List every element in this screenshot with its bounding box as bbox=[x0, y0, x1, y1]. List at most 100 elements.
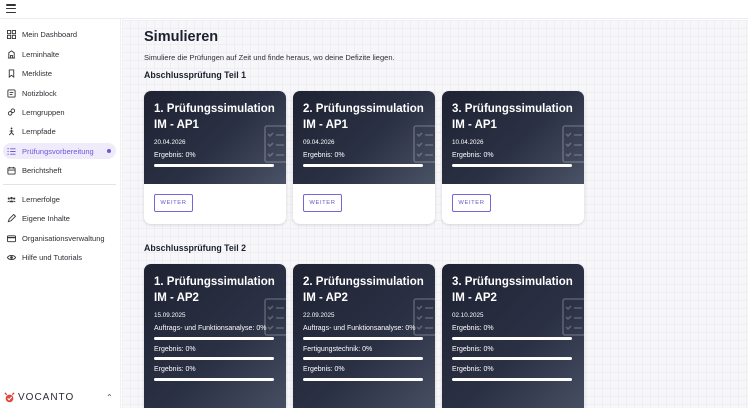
simulation-card[interactable]: 1. Prüfungssimulation IM - AP1 20.04.202… bbox=[144, 91, 286, 224]
sidebar-divider bbox=[3, 184, 116, 185]
result-label: Ergebnis: 0% bbox=[303, 152, 345, 159]
bookmark-icon bbox=[7, 68, 16, 78]
card-date: 10.04.2026 bbox=[452, 139, 484, 146]
path-icon bbox=[7, 126, 16, 136]
simulation-card[interactable]: 3. Prüfungssimulation IM - AP2 02.10.202… bbox=[442, 264, 584, 408]
card-body: WEITER bbox=[442, 184, 584, 224]
top-bar bbox=[0, 0, 748, 19]
sidebar-item-dashboard[interactable]: Mein Dashboard bbox=[3, 26, 116, 42]
section-title-teil2: Abschlussprüfung Teil 2 bbox=[144, 243, 246, 253]
sidebar-item-merkliste[interactable]: Merkliste bbox=[3, 65, 116, 81]
sidebar-item-berichtsheft[interactable]: Berichtsheft bbox=[3, 162, 116, 178]
pencil-icon bbox=[7, 213, 16, 223]
sidebar-item-label: Lernpfade bbox=[22, 126, 56, 136]
sidebar-item-eigene-inhalte[interactable]: Eigene Inhalte bbox=[3, 210, 116, 226]
card-body: WEITER bbox=[293, 184, 435, 224]
result-label: Ergebnis: 0% bbox=[452, 325, 494, 332]
progress-bar bbox=[154, 377, 274, 381]
sidebar-item-lernpfade[interactable]: Lernpfade bbox=[3, 123, 116, 139]
menu-icon[interactable] bbox=[6, 4, 16, 14]
result-block: Auftrags- und Funktionsanalyse: 0% bbox=[154, 325, 286, 340]
dashboard-icon bbox=[7, 29, 16, 39]
sidebar-item-label: Lerninhalte bbox=[22, 49, 60, 59]
result-block: Auftrags- und Funktionsanalyse: 0% bbox=[303, 325, 435, 340]
sidebar-item-label: Mein Dashboard bbox=[22, 29, 78, 39]
result-block: Ergebnis: 0% bbox=[303, 366, 435, 381]
sidebar-item-label: Prüfungsvorbereitung bbox=[22, 146, 94, 156]
sidebar-item-lernerfolge[interactable]: Lernerfolge bbox=[3, 191, 116, 207]
card-header: 3. Prüfungssimulation IM - AP2 02.10.202… bbox=[442, 264, 584, 408]
card-title: 1. Prüfungssimulation IM - AP2 bbox=[154, 276, 275, 304]
sidebar-item-notizblock[interactable]: Notizblock bbox=[3, 85, 116, 101]
result-label: Ergebnis: 0% bbox=[154, 152, 196, 159]
weiter-button[interactable]: WEITER bbox=[452, 194, 491, 212]
card-header: 1. Prüfungssimulation IM - AP2 15.09.202… bbox=[144, 264, 286, 408]
sidebar-item-label: Organisationsverwaltung bbox=[22, 233, 105, 243]
card-header: 1. Prüfungssimulation IM - AP1 20.04.202… bbox=[144, 91, 286, 184]
card-date: 02.10.2025 bbox=[452, 312, 484, 319]
simulation-card[interactable]: 1. Prüfungssimulation IM - AP2 15.09.202… bbox=[144, 264, 286, 408]
calendar-icon bbox=[7, 166, 16, 175]
books-icon bbox=[7, 49, 16, 59]
result-block: Fertigungstechnik: 0% bbox=[303, 345, 435, 360]
chevron-up-icon[interactable]: ⌃ bbox=[106, 393, 113, 402]
main-content: Simulieren Simuliere die Prüfungen auf Z… bbox=[122, 20, 748, 408]
result-block: Ergebnis: 0% bbox=[452, 345, 584, 360]
simulation-card[interactable]: 3. Prüfungssimulation IM - AP1 10.04.202… bbox=[442, 91, 584, 224]
brand-name: VOCANTO bbox=[18, 392, 75, 403]
result-block: Ergebnis: 0% bbox=[452, 366, 584, 381]
result-label: Ergebnis: 0% bbox=[303, 366, 345, 373]
progress-bar bbox=[303, 357, 423, 360]
progress-bar bbox=[303, 336, 423, 340]
sidebar-item-lerninhalte[interactable]: Lerninhalte bbox=[3, 46, 116, 62]
result-label: Auftrags- und Funktionsanalyse: 0% bbox=[154, 325, 267, 332]
sidebar: Mein Dashboard Lerninhalte Merkliste Not… bbox=[0, 19, 121, 408]
sidebar-item-label: Lerngruppen bbox=[22, 107, 65, 117]
page-subtitle: Simuliere die Prüfungen auf Zeit und fin… bbox=[144, 53, 395, 62]
people-icon bbox=[7, 195, 16, 204]
result-label: Auftrags- und Funktionsanalyse: 0% bbox=[303, 325, 416, 332]
card-header: 2. Prüfungssimulation IM - AP1 09.04.202… bbox=[293, 91, 435, 184]
card-title: 1. Prüfungssimulation IM - AP1 bbox=[154, 103, 275, 131]
result-block: Ergebnis: 0% bbox=[154, 152, 286, 167]
result-block: Ergebnis: 0% bbox=[154, 366, 286, 381]
result-block: Ergebnis: 0% bbox=[303, 152, 435, 167]
sidebar-item-organisationsverwaltung[interactable]: Organisationsverwaltung bbox=[3, 230, 116, 246]
weiter-button[interactable]: WEITER bbox=[154, 194, 193, 212]
result-block: Ergebnis: 0% bbox=[452, 325, 584, 340]
sidebar-item-label: Lernerfolge bbox=[22, 194, 60, 204]
result-label: Ergebnis: 0% bbox=[154, 366, 196, 373]
card-date: 15.09.2025 bbox=[154, 312, 186, 319]
card-header: 3. Prüfungssimulation IM - AP1 10.04.202… bbox=[442, 91, 584, 184]
result-block: Ergebnis: 0% bbox=[154, 345, 286, 360]
result-label: Ergebnis: 0% bbox=[154, 345, 196, 353]
progress-bar bbox=[154, 357, 274, 360]
page-title: Simulieren bbox=[144, 29, 219, 45]
simulation-card[interactable]: 2. Prüfungssimulation IM - AP1 09.04.202… bbox=[293, 91, 435, 224]
sidebar-item-label: Eigene Inhalte bbox=[22, 213, 70, 223]
eye-icon bbox=[7, 253, 16, 262]
card-date: 20.04.2026 bbox=[154, 139, 186, 146]
sidebar-item-label: Hilfe und Tutorials bbox=[22, 252, 83, 262]
sidebar-item-label: Merkliste bbox=[22, 68, 53, 78]
result-label: Fertigungstechnik: 0% bbox=[303, 345, 373, 353]
card-date: 09.04.2026 bbox=[303, 139, 335, 146]
list-icon bbox=[7, 147, 16, 156]
weiter-button[interactable]: WEITER bbox=[303, 194, 342, 212]
sidebar-item-label: Notizblock bbox=[22, 88, 57, 98]
sidebar-item-lerngruppen[interactable]: Lerngruppen bbox=[3, 104, 116, 120]
section-title-teil1: Abschlussprüfung Teil 1 bbox=[144, 70, 246, 80]
progress-bar bbox=[452, 357, 572, 360]
sidebar-item-pruefungsvorbereitung[interactable]: Prüfungsvorbereitung bbox=[3, 143, 116, 159]
card-icon bbox=[7, 234, 16, 243]
simulation-card[interactable]: 2. Prüfungssimulation IM - AP2 22.09.202… bbox=[293, 264, 435, 408]
result-label: Ergebnis: 0% bbox=[452, 345, 494, 353]
progress-bar bbox=[154, 163, 274, 167]
result-label: Ergebnis: 0% bbox=[452, 366, 494, 373]
progress-bar bbox=[303, 377, 423, 381]
result-block: Ergebnis: 0% bbox=[452, 152, 584, 167]
active-indicator bbox=[107, 149, 111, 153]
sidebar-item-hilfe[interactable]: Hilfe und Tutorials bbox=[3, 249, 116, 265]
result-label: Ergebnis: 0% bbox=[452, 152, 494, 159]
progress-bar bbox=[303, 163, 423, 167]
